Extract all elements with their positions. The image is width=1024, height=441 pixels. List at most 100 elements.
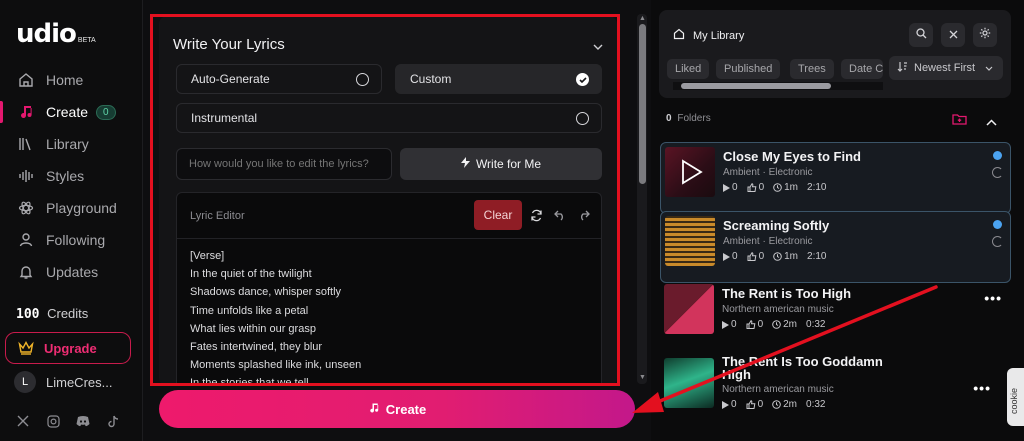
nav-active-indicator bbox=[0, 101, 3, 123]
track-title[interactable]: Close My Eyes to Find bbox=[723, 149, 861, 164]
instrumental-radio[interactable] bbox=[576, 112, 589, 125]
redo-icon[interactable] bbox=[577, 208, 591, 222]
track-title[interactable]: The Rent Is Too Goddamn High bbox=[722, 355, 892, 381]
like-count: 0 bbox=[747, 251, 764, 262]
lyric-line: Time unfolds like a petal bbox=[190, 304, 309, 317]
lyric-editor-label: Lyric Editor bbox=[190, 210, 245, 222]
track-age: 2m bbox=[772, 399, 797, 410]
nav-following[interactable]: Following bbox=[16, 229, 105, 251]
instagram-icon[interactable] bbox=[46, 414, 60, 428]
custom-label: Custom bbox=[410, 72, 452, 86]
auto-generate-radio[interactable] bbox=[356, 73, 369, 86]
user-menu[interactable]: L LimeCres... bbox=[14, 371, 112, 393]
bell-icon bbox=[16, 262, 36, 282]
like-count: 0 bbox=[746, 319, 763, 330]
chevron-down-icon[interactable] bbox=[593, 38, 603, 56]
filter-horizontal-scrollbar[interactable] bbox=[673, 82, 883, 90]
custom-option[interactable]: Custom bbox=[395, 64, 602, 94]
create-count-badge: 0 bbox=[96, 104, 116, 120]
lyric-line: Shadows dance, whisper softly bbox=[190, 286, 342, 299]
filter-scrollbar-thumb[interactable] bbox=[681, 83, 831, 89]
main-scrollbar-thumb[interactable] bbox=[639, 24, 646, 184]
create-button-label: Create bbox=[385, 401, 427, 417]
track-stats: 0 0 1m 2:10 bbox=[723, 251, 827, 262]
track-item[interactable]: Close My Eyes to Find Ambient · Electron… bbox=[660, 142, 1011, 214]
track-tags: Ambient · Electronic bbox=[723, 236, 813, 247]
library-close-button[interactable] bbox=[941, 23, 965, 47]
undo-icon[interactable] bbox=[553, 208, 567, 222]
editor-actions bbox=[529, 208, 591, 222]
filter-chip-liked[interactable]: Liked bbox=[667, 59, 710, 79]
library-header: My Library Liked Published Trees Date C … bbox=[659, 10, 1011, 98]
track-tags: Northern american music bbox=[722, 304, 834, 315]
person-icon bbox=[16, 230, 36, 250]
nav-styles[interactable]: Styles bbox=[16, 165, 84, 187]
track-stats: 0 0 2m 0:32 bbox=[722, 319, 826, 330]
track-artwork[interactable] bbox=[664, 358, 714, 408]
scroll-up-arrow-icon[interactable]: ▲ bbox=[639, 15, 646, 22]
track-age: 1m bbox=[773, 251, 798, 262]
upgrade-button[interactable]: Upgrade bbox=[5, 332, 131, 364]
waveform-icon bbox=[16, 166, 36, 186]
nav-home[interactable]: Home bbox=[16, 69, 83, 91]
lyric-line: Moments splashed like ink, unseen bbox=[190, 359, 362, 372]
custom-radio-checked[interactable] bbox=[576, 73, 589, 86]
nav-library[interactable]: Library bbox=[16, 133, 89, 155]
sidebar: udio BETA Home Create 0 Library Styles P… bbox=[0, 0, 143, 441]
x-icon[interactable] bbox=[16, 414, 30, 428]
track-age: 1m bbox=[773, 182, 798, 193]
track-duration: 2:10 bbox=[807, 251, 827, 262]
unread-dot bbox=[993, 220, 1002, 229]
track-artwork[interactable] bbox=[665, 147, 715, 197]
play-count: 0 bbox=[723, 251, 738, 262]
clear-button[interactable]: Clear bbox=[474, 200, 522, 230]
instrumental-option[interactable]: Instrumental bbox=[176, 103, 602, 133]
filter-chip-published[interactable]: Published bbox=[716, 59, 781, 79]
auto-generate-label: Auto-Generate bbox=[191, 72, 270, 86]
udio-logo[interactable]: udio BETA bbox=[16, 21, 96, 47]
chevron-up-icon[interactable] bbox=[986, 113, 997, 131]
discord-icon[interactable] bbox=[76, 414, 90, 428]
nav-updates[interactable]: Updates bbox=[16, 261, 98, 283]
track-stats: 0 0 1m 2:10 bbox=[723, 182, 827, 193]
more-options-icon[interactable]: ••• bbox=[973, 380, 991, 396]
track-title[interactable]: The Rent is Too High bbox=[722, 286, 851, 301]
nav-playground[interactable]: Playground bbox=[16, 197, 117, 219]
unread-dot bbox=[993, 151, 1002, 160]
credits-value: 100 bbox=[16, 307, 40, 322]
track-item[interactable]: The Rent Is Too Goddamn High Northern am… bbox=[660, 352, 1011, 424]
add-folder-icon[interactable] bbox=[952, 112, 967, 130]
lyric-line: Fates intertwined, they blur bbox=[190, 341, 323, 354]
track-stats: 0 0 2m 0:32 bbox=[722, 399, 826, 410]
cookie-settings-tab[interactable]: cookie bbox=[1007, 368, 1024, 426]
lyrics-panel: Write Your Lyrics Auto-Generate Custom I… bbox=[159, 16, 617, 386]
nav-library-label: Library bbox=[46, 136, 89, 152]
lyric-editor[interactable]: Lyric Editor Clear [Verse] In the quiet … bbox=[176, 192, 602, 386]
atom-icon bbox=[16, 198, 36, 218]
track-artwork[interactable] bbox=[665, 216, 715, 266]
nav-updates-label: Updates bbox=[46, 264, 99, 280]
create-button[interactable]: Create bbox=[159, 390, 635, 428]
more-options-icon[interactable]: ••• bbox=[984, 290, 1002, 306]
filter-chip-trees[interactable]: Trees bbox=[790, 59, 834, 79]
sort-dropdown[interactable]: Newest First bbox=[889, 56, 1003, 80]
filter-chip-date[interactable]: Date C bbox=[841, 59, 883, 79]
library-search-button[interactable] bbox=[909, 23, 933, 47]
track-artwork[interactable] bbox=[664, 284, 714, 334]
edit-lyrics-input[interactable] bbox=[176, 148, 392, 180]
write-for-me-button[interactable]: Write for Me bbox=[400, 148, 602, 180]
tiktok-icon[interactable] bbox=[106, 414, 120, 428]
lyric-lines[interactable]: [Verse] In the quiet of the twilight Sha… bbox=[190, 247, 361, 386]
track-title[interactable]: Screaming Softly bbox=[723, 218, 829, 233]
nav-create[interactable]: Create 0 bbox=[16, 101, 116, 123]
track-tags: Northern american music bbox=[722, 384, 834, 395]
library-settings-button[interactable] bbox=[973, 23, 997, 47]
track-item[interactable]: The Rent is Too High Northern american m… bbox=[660, 280, 1011, 352]
scroll-down-arrow-icon[interactable]: ▼ bbox=[639, 374, 646, 381]
auto-generate-option[interactable]: Auto-Generate bbox=[176, 64, 382, 94]
track-item[interactable]: Screaming Softly Ambient · Electronic 0 … bbox=[660, 211, 1011, 283]
lyrics-title: Write Your Lyrics bbox=[173, 36, 285, 53]
chevron-down-icon bbox=[985, 66, 993, 71]
folders-count-value: 0 bbox=[666, 113, 672, 124]
refresh-icon[interactable] bbox=[529, 208, 543, 222]
